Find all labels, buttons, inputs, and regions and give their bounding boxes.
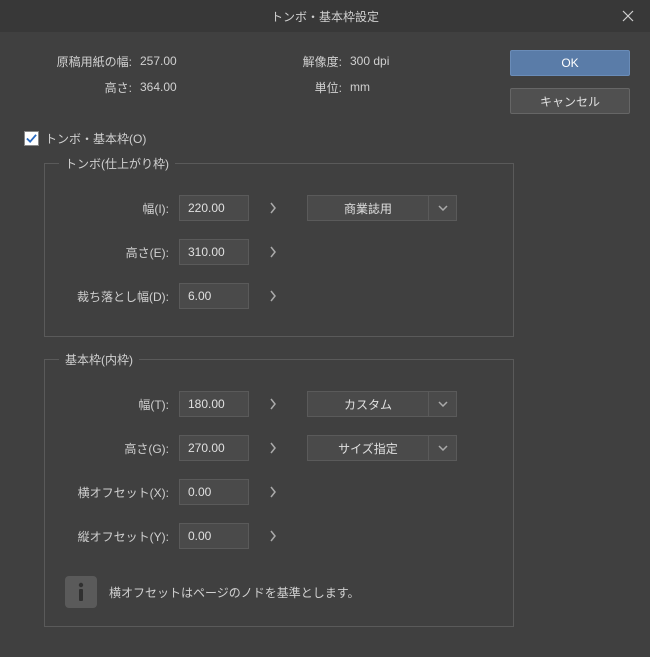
chevron-right-icon: [269, 486, 277, 498]
basic-voffset-label: 縦オフセット(Y):: [59, 528, 179, 545]
check-icon: [26, 133, 37, 144]
basic-width-input[interactable]: [179, 391, 249, 417]
chevron-right-icon: [269, 442, 277, 454]
paper-height-value: 364.00: [140, 80, 210, 94]
info-icon: [65, 576, 97, 608]
tombo-legend: トンボ(仕上がり枠): [59, 155, 175, 172]
resolution-value: 300 dpi: [350, 54, 420, 68]
basic-voffset-input[interactable]: [179, 523, 249, 549]
close-icon: [622, 10, 634, 22]
chevron-right-icon: [269, 246, 277, 258]
tombo-preset-label: 商業誌用: [308, 200, 428, 217]
tombo-preset-dropdown[interactable]: 商業誌用: [307, 195, 457, 221]
chevron-right-icon: [269, 398, 277, 410]
ok-button[interactable]: OK: [510, 50, 630, 76]
tombo-width-label: 幅(I):: [59, 200, 179, 217]
dialog-content: 原稿用紙の幅: 257.00 解像度: 300 dpi 高さ: 364.00 単…: [0, 32, 650, 657]
close-button[interactable]: [606, 0, 650, 32]
cancel-button[interactable]: キャンセル: [510, 88, 630, 114]
chevron-right-icon: [269, 530, 277, 542]
tombo-height-input[interactable]: [179, 239, 249, 265]
basic-sizemode-label: サイズ指定: [308, 440, 428, 457]
chevron-down-icon: [438, 401, 448, 407]
tombo-bleed-spinner[interactable]: [259, 283, 287, 309]
unit-value: mm: [350, 80, 420, 94]
basic-sizemode-dropdown[interactable]: サイズ指定: [307, 435, 457, 461]
offset-info-text: 横オフセットはページのノドを基準とします。: [109, 584, 360, 601]
tombo-checkbox-label: トンボ・基本枠(O): [45, 130, 146, 147]
tombo-fieldset: トンボ(仕上がり枠) 幅(I): 商業誌用 高さ(E): 裁ち落とし幅(D):: [44, 155, 514, 337]
basic-height-label: 高さ(G):: [59, 440, 179, 457]
basic-hoffset-label: 横オフセット(X):: [59, 484, 179, 501]
chevron-right-icon: [269, 290, 277, 302]
paper-width-label: 原稿用紙の幅:: [20, 53, 140, 70]
basic-hoffset-input[interactable]: [179, 479, 249, 505]
resolution-label: 解像度:: [270, 53, 350, 70]
dialog-title: トンボ・基本枠設定: [271, 8, 379, 25]
paper-height-label: 高さ:: [20, 79, 140, 96]
basic-hoffset-spinner[interactable]: [259, 479, 287, 505]
basic-height-spinner[interactable]: [259, 435, 287, 461]
titlebar: トンボ・基本枠設定: [0, 0, 650, 32]
tombo-checkbox[interactable]: [24, 131, 39, 146]
unit-label: 単位:: [270, 79, 350, 96]
basic-voffset-spinner[interactable]: [259, 523, 287, 549]
basic-preset-dropdown[interactable]: カスタム: [307, 391, 457, 417]
basic-preset-label: カスタム: [308, 396, 428, 413]
tombo-bleed-input[interactable]: [179, 283, 249, 309]
basic-width-spinner[interactable]: [259, 391, 287, 417]
page-info: 原稿用紙の幅: 257.00 解像度: 300 dpi 高さ: 364.00 単…: [20, 48, 510, 114]
basic-height-input[interactable]: [179, 435, 249, 461]
chevron-down-icon: [438, 445, 448, 451]
tombo-width-spinner[interactable]: [259, 195, 287, 221]
basic-fieldset: 基本枠(内枠) 幅(T): カスタム 高さ(G): サイズ指定 横オフセット(X…: [44, 351, 514, 627]
tombo-height-spinner[interactable]: [259, 239, 287, 265]
paper-width-value: 257.00: [140, 54, 210, 68]
tombo-height-label: 高さ(E):: [59, 244, 179, 261]
chevron-down-icon: [438, 205, 448, 211]
tombo-bleed-label: 裁ち落とし幅(D):: [59, 288, 179, 305]
tombo-width-input[interactable]: [179, 195, 249, 221]
chevron-right-icon: [269, 202, 277, 214]
basic-width-label: 幅(T):: [59, 396, 179, 413]
basic-legend: 基本枠(内枠): [59, 351, 139, 368]
